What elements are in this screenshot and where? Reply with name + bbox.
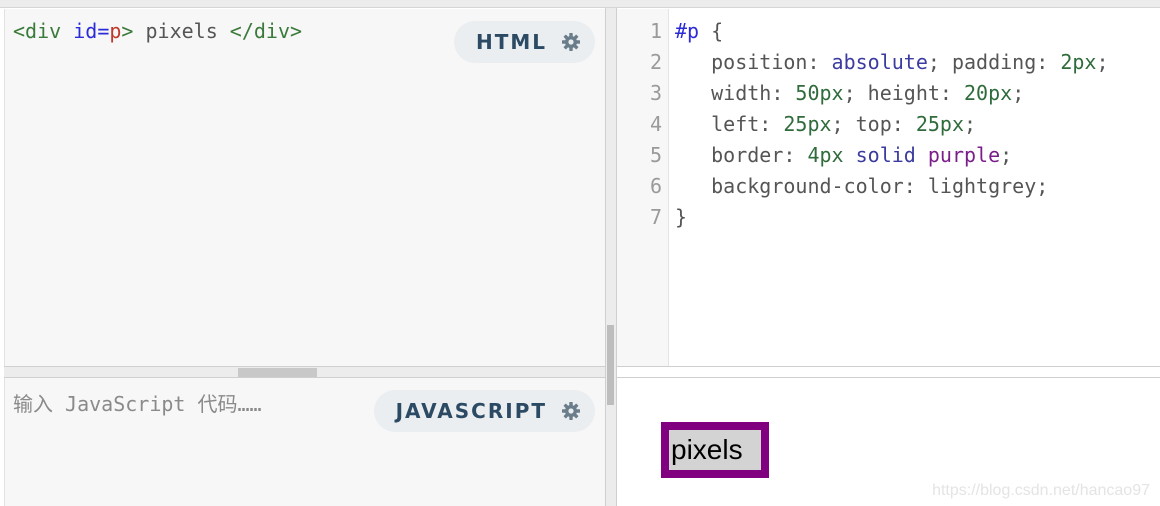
css-token: width: — [675, 81, 796, 105]
html-open-tag: <div — [13, 19, 62, 43]
javascript-editor-panel[interactable]: 输入 JavaScript 代码…… JAVASCRIPT — [4, 378, 605, 506]
css-token: purple — [927, 143, 1001, 167]
watermark: https://blog.csdn.net/hancao97 — [932, 482, 1150, 499]
css-token: ; height: — [843, 81, 965, 105]
css-token: ; — [964, 112, 977, 136]
css-token: ; — [1012, 81, 1025, 105]
css-token: 2px — [1060, 50, 1097, 74]
line-number: 5 — [649, 143, 662, 167]
html-settings-badge[interactable]: HTML — [453, 21, 595, 63]
css-token: 50px — [795, 81, 844, 105]
css-token: left: — [675, 112, 784, 136]
line-number: 1 — [649, 19, 662, 43]
html-close-bracket: > — [121, 19, 134, 43]
gear-icon[interactable] — [561, 32, 581, 52]
html-code-line[interactable]: <div id=p> pixels </div> — [13, 19, 302, 43]
css-code-line[interactable]: position: absolute; padding: 2px; — [675, 50, 1109, 74]
css-token: #p — [675, 19, 700, 43]
css-token: { — [699, 19, 724, 43]
css-token: position: — [675, 50, 832, 74]
javascript-settings-badge[interactable]: JAVASCRIPT — [373, 390, 595, 432]
result-preview-panel: pixels https://blog.csdn.net/hancao97 — [617, 378, 1160, 506]
javascript-placeholder[interactable]: 输入 JavaScript 代码…… — [13, 388, 262, 417]
css-token — [844, 143, 856, 167]
line-number: 2 — [649, 50, 662, 74]
css-token: border: — [675, 143, 808, 167]
css-token: ; padding: — [927, 50, 1061, 74]
css-token: ; — [1096, 50, 1109, 74]
html-end-tag: </div> — [229, 19, 303, 43]
javascript-badge-label: JAVASCRIPT — [395, 399, 547, 423]
html-text-content: pixels — [133, 19, 230, 43]
html-editor-panel[interactable]: <div id=p> pixels </div> HTML — [4, 9, 605, 366]
css-token: 20px — [964, 81, 1013, 105]
css-editor-panel[interactable]: 1 2 3 4 5 6 7 #p { position: absolute; padding… — [617, 9, 1160, 366]
css-token: solid — [855, 143, 916, 167]
line-number: 4 — [649, 112, 662, 136]
css-code-line[interactable]: width: 50px; height: 20px; — [675, 81, 1024, 105]
line-number: 7 — [649, 205, 662, 229]
css-token: ; top: — [831, 112, 916, 136]
css-code-line[interactable]: background-color: lightgrey; — [675, 174, 1048, 198]
line-number: 3 — [649, 81, 662, 105]
result-text: pixels — [671, 434, 743, 465]
line-number-gutter: 1 2 3 4 5 6 7 — [617, 9, 669, 366]
html-attr-eq: = — [97, 19, 110, 43]
css-token: background-color: lightgrey; — [675, 174, 1049, 198]
css-code-line[interactable]: } — [675, 205, 687, 229]
result-div-p: pixels — [661, 422, 769, 478]
css-code-line[interactable]: border: 4px solid purple; — [675, 143, 1012, 167]
css-token: } — [675, 205, 688, 229]
vertical-scrollbar-thumb[interactable] — [607, 325, 614, 405]
vertical-splitter[interactable] — [605, 8, 617, 506]
horizontal-splitter-right[interactable] — [617, 366, 1160, 378]
top-border — [0, 0, 1160, 8]
gear-icon[interactable] — [561, 401, 581, 421]
css-token: absolute — [831, 50, 928, 74]
css-token: 4px — [807, 143, 844, 167]
css-token: 25px — [915, 112, 965, 136]
line-number: 6 — [649, 174, 662, 198]
css-token — [916, 143, 928, 167]
css-code-line[interactable]: #p { — [675, 19, 723, 43]
html-badge-label: HTML — [475, 30, 547, 54]
html-attr-name: id — [73, 19, 98, 43]
css-token: ; — [1000, 143, 1013, 167]
css-token: 25px — [783, 112, 832, 136]
html-attr-value: p — [109, 19, 122, 43]
css-code-line[interactable]: left: 25px; top: 25px; — [675, 112, 976, 136]
horizontal-scrollbar-thumb[interactable] — [238, 368, 317, 377]
